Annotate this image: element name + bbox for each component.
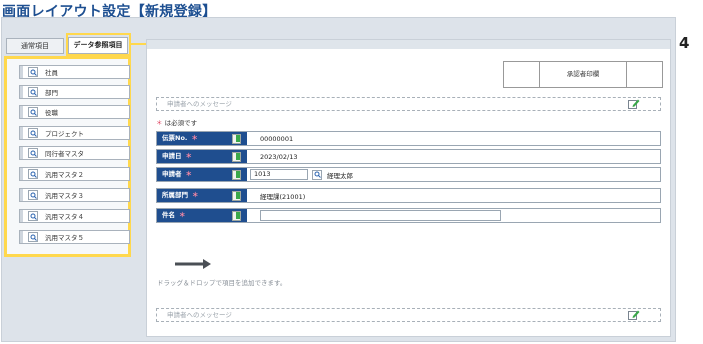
search-icon [28, 211, 38, 221]
search-icon [28, 232, 38, 242]
sidebar-item-position[interactable]: 役職 [19, 105, 130, 119]
sidebar-item-label: 汎用マスタ２ [45, 171, 84, 179]
tab-standard-items[interactable]: 通常項目 [6, 38, 64, 54]
message-placeholder: 申請者へのメッセージ [167, 311, 232, 319]
field-row-slip-no[interactable]: 伝票No. ＊ 00000001 [156, 131, 661, 146]
required-star: ＊ [179, 211, 186, 219]
sidebar-item-label: 部門 [45, 89, 58, 97]
sidebar-item-project[interactable]: プロジェクト [19, 126, 130, 140]
required-star: ＊ [185, 152, 193, 160]
field-value: 1013 経理太郎 [247, 169, 353, 180]
drag-grip[interactable] [20, 66, 23, 78]
required-note: ＊ は必須です [156, 117, 197, 127]
field-row-applicant[interactable]: 申請者＊ 1013 経理太郎 [156, 167, 661, 182]
drag-grip[interactable] [20, 189, 23, 201]
sidebar-item-label: 同行者マスタ [45, 150, 84, 158]
subject-input[interactable] [260, 210, 501, 221]
sidebar-item-general-master-5[interactable]: 汎用マスタ５ [19, 230, 130, 244]
search-icon [28, 169, 38, 179]
field-value: 00000001 [260, 134, 294, 143]
sidebar-item-label: 汎用マスタ５ [45, 234, 84, 242]
sidebar-item-label: プロジェクト [45, 130, 84, 138]
sidebar-item-label: 役職 [45, 109, 58, 117]
field-row-subject[interactable]: 件名 ＊ [156, 208, 661, 223]
drag-grip[interactable] [20, 86, 23, 98]
reference-items-panel: 社員 部門 役職 プロジェクト 同行者マスタ 汎用マスタ２ 汎用マスタ３ 汎用マ… [4, 56, 131, 257]
applicant-code-input[interactable]: 1013 [250, 169, 308, 180]
field-row-department[interactable]: 所属部門 ＊ 経理課(21001) [156, 188, 661, 203]
search-icon[interactable] [312, 169, 322, 180]
field-label-text: 伝票No. [162, 134, 188, 142]
drag-grip[interactable] [20, 168, 23, 180]
sidebar-item-companion-master[interactable]: 同行者マスタ [19, 146, 130, 160]
drag-drop-hint: ドラッグ＆ドロップで項目を追加できます。 [157, 279, 287, 287]
sidebar-item-department[interactable]: 部門 [19, 85, 130, 99]
sidebar-item-label: 汎用マスタ３ [45, 192, 84, 200]
canvas-top-bar [147, 40, 670, 49]
edit-note-icon[interactable] [628, 99, 640, 113]
sidebar-item-general-master-3[interactable]: 汎用マスタ３ [19, 188, 130, 202]
field-label: 申請日＊ [157, 150, 247, 163]
applicant-message-box-bottom[interactable]: 申請者へのメッセージ [156, 308, 661, 322]
bookmark-icon[interactable] [232, 134, 241, 149]
bookmark-icon[interactable] [232, 152, 241, 167]
search-icon [28, 128, 38, 138]
sidebar-item-label: 社員 [45, 69, 58, 77]
required-star: ＊ [185, 170, 193, 178]
drag-grip[interactable] [20, 106, 23, 118]
required-note-text: は必須です [164, 119, 198, 127]
field-label: 件名 ＊ [157, 209, 247, 222]
field-row-application-date[interactable]: 申請日＊ 2023/02/13 [156, 149, 661, 164]
field-label: 申請者＊ [157, 168, 247, 181]
field-label: 所属部門 ＊ [157, 189, 247, 202]
field-label-text: 所属部門 [162, 191, 188, 199]
approval-label: 承認者印欄 [540, 62, 627, 87]
field-value: 経理課(21001) [260, 192, 306, 201]
search-icon [28, 87, 38, 97]
search-icon [28, 148, 38, 158]
bookmark-icon[interactable] [232, 211, 241, 226]
drag-arrow-icon [175, 254, 211, 273]
drag-grip[interactable] [20, 147, 23, 159]
edit-note-icon[interactable] [628, 310, 640, 324]
bookmark-icon[interactable] [232, 170, 241, 185]
applicant-message-box-top[interactable]: 申請者へのメッセージ [156, 97, 661, 111]
field-value: 2023/02/13 [260, 152, 298, 161]
approval-stamp-area: 承認者印欄 [503, 61, 663, 88]
bookmark-icon[interactable] [232, 191, 241, 206]
required-star: ＊ [192, 191, 199, 199]
required-star: ＊ [191, 134, 198, 142]
sidebar-item-employee[interactable]: 社員 [19, 65, 130, 79]
drag-grip[interactable] [20, 127, 23, 139]
callout-highlight-tab [66, 33, 131, 56]
field-label: 伝票No. ＊ [157, 132, 247, 145]
approval-cell [627, 62, 662, 87]
sidebar-item-general-master-4[interactable]: 汎用マスタ４ [19, 209, 130, 223]
sidebar-item-label: 汎用マスタ４ [45, 213, 84, 221]
field-label-text: 件名 [162, 211, 175, 219]
drag-grip[interactable] [20, 210, 23, 222]
field-label-text: 申請者 [162, 170, 182, 178]
layout-canvas: 承認者印欄 申請者へのメッセージ ＊ は必須です 伝票No. ＊ 00000001… [146, 39, 671, 337]
search-icon [28, 107, 38, 117]
sidebar-item-general-master-2[interactable]: 汎用マスタ２ [19, 167, 130, 181]
field-label-text: 申請日 [162, 152, 182, 160]
search-icon [28, 67, 38, 77]
message-placeholder: 申請者へのメッセージ [167, 100, 232, 108]
required-star: ＊ [156, 119, 163, 127]
search-icon [28, 190, 38, 200]
drag-grip[interactable] [20, 231, 23, 243]
callout-number: 4 [679, 34, 690, 52]
applicant-name: 経理太郎 [327, 171, 353, 180]
approval-cell [504, 62, 540, 87]
